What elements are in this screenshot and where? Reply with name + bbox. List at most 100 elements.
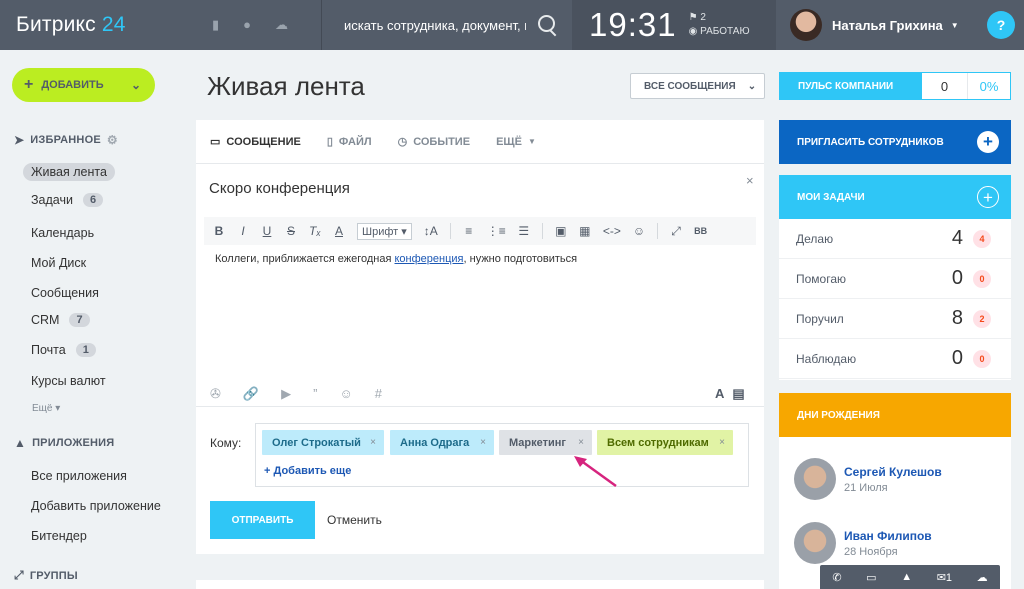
sidebar-item-all-apps[interactable]: Все приложения [31, 469, 127, 483]
help-button[interactable]: ? [987, 11, 1015, 39]
avatar[interactable] [794, 522, 836, 564]
tab-more[interactable]: ЕЩЁ ▼ [496, 136, 536, 148]
font-select[interactable]: Шрифт ▾ [357, 222, 412, 240]
avatar[interactable] [794, 458, 836, 500]
person-name[interactable]: Иван Филипов [844, 529, 932, 543]
fullscreen-icon[interactable]: ⤢ [670, 224, 682, 239]
task-row[interactable]: Наблюдаю 0 0 [779, 339, 1011, 379]
gear-icon[interactable]: ⚙ [107, 133, 118, 147]
recipients-field[interactable]: Олег Строкатый × Анна Одрага × Маркетинг × … [255, 423, 749, 487]
table-icon[interactable]: ▦ [579, 224, 591, 238]
text-color-icon[interactable]: A [333, 224, 345, 238]
underline-icon[interactable]: U [261, 224, 273, 238]
sidebar-item-bitender[interactable]: Битендер [31, 529, 87, 543]
remove-icon[interactable]: × [719, 437, 725, 448]
cloud-icon[interactable]: ☁ [275, 17, 288, 33]
clear-format-icon[interactable]: Tₓ [309, 224, 321, 238]
annotation-arrow [574, 456, 617, 488]
message-body[interactable]: Коллеги, приближается ежегодная конферен… [215, 253, 577, 265]
send-button[interactable]: ОТПРАВИТЬ [210, 501, 315, 539]
sidebar-item-messages[interactable]: Сообщения [31, 286, 99, 300]
bbcode-icon[interactable]: BB [694, 226, 707, 236]
favorites-header[interactable]: ➤ ИЗБРАННОЕ ⚙ [14, 133, 118, 147]
cancel-button[interactable]: Отменить [327, 513, 382, 527]
bell-icon[interactable]: ▲ [901, 571, 912, 583]
phone-icon[interactable]: ✆ [832, 571, 841, 584]
work-clock[interactable]: 19:31 ⚑ 2 ◉ РАБОТАЮ [572, 0, 776, 50]
counter-badge: 7 [69, 313, 90, 327]
tab-event[interactable]: ◷ СОБЫТИЕ [398, 135, 470, 149]
task-label: Помогаю [796, 271, 847, 286]
groups-header[interactable]: ⤢ ГРУППЫ [14, 568, 78, 583]
chat-icon[interactable]: ▭ [866, 571, 876, 584]
sidebar-item-crm[interactable]: CRM 7 [31, 313, 90, 327]
recipient-tag[interactable]: Олег Строкатый × [262, 430, 384, 455]
close-icon[interactable]: × [746, 173, 754, 188]
tasks-header[interactable]: МОИ ЗАДАЧИ + [779, 175, 1011, 219]
sidebar-more[interactable]: Ещё ▾ [32, 403, 60, 414]
apps-header[interactable]: ▲ ПРИЛОЖЕНИЯ [14, 436, 114, 450]
sidebar-item-label: Сообщения [31, 286, 99, 300]
sidebar-item-calendar[interactable]: Календарь [31, 226, 94, 240]
user-menu[interactable]: Наталья Грихина ▼ [776, 9, 976, 41]
task-row[interactable]: Помогаю 0 0 [779, 259, 1011, 299]
sidebar-item-mail[interactable]: Почта 1 [31, 343, 96, 357]
mail-icon[interactable]: ✉1 [937, 571, 952, 584]
add-button[interactable]: + ДОБАВИТЬ ⌄ [12, 68, 155, 102]
recipient-name: Маркетинг [509, 436, 566, 449]
person-name[interactable]: Сергей Кулешов [844, 465, 942, 479]
sidebar-item-disk[interactable]: Мой Диск [31, 256, 86, 270]
mention-icon[interactable]: ☺ [339, 386, 352, 402]
hashtag-icon[interactable]: # [375, 386, 382, 402]
task-value: 4 [951, 227, 963, 249]
body-link[interactable]: конференция [395, 253, 464, 265]
task-row[interactable]: Поручил 8 2 [779, 299, 1011, 339]
share-icon: ⤢ [14, 568, 24, 582]
quote-icon[interactable]: ” [313, 386, 317, 402]
strikethrough-icon[interactable]: S [285, 224, 297, 238]
recipient-name: Всем сотрудникам [607, 436, 709, 449]
remove-icon[interactable]: × [370, 437, 376, 448]
numbered-list-icon[interactable]: ≡ [463, 224, 475, 238]
bold-icon[interactable]: B [213, 224, 225, 238]
tab-file[interactable]: ▯ ФАЙЛ [327, 135, 372, 149]
subject-input[interactable]: Скоро конференция [209, 180, 350, 197]
remove-icon[interactable]: × [480, 437, 486, 448]
logo[interactable]: Битрикс 24 [0, 13, 200, 37]
code-icon[interactable]: <-> [603, 224, 621, 238]
search-icon[interactable] [538, 15, 558, 35]
sidebar-item-tasks[interactable]: Задачи 6 [31, 193, 104, 207]
messages-filter[interactable]: ВСЕ СООБЩЕНИЯ ⌄ [630, 73, 765, 99]
attach-file-icon[interactable]: ✇ [210, 386, 221, 402]
italic-icon[interactable]: I [237, 224, 249, 238]
cloud-icon[interactable]: ☁ [977, 571, 988, 584]
pulse-percent: 0% [967, 73, 1010, 99]
bullet-list-icon[interactable]: ⋮≡ [487, 224, 506, 238]
sidebar-item-label: CRM [31, 313, 60, 327]
invite-button[interactable]: ПРИГЛАСИТЬ СОТРУДНИКОВ + [779, 120, 1011, 164]
task-row[interactable]: Делаю 4 4 [779, 219, 1011, 259]
align-icon[interactable]: ☰ [518, 224, 530, 238]
add-recipient-link[interactable]: + Добавить еще [264, 465, 351, 477]
sidebar-item-add-app[interactable]: Добавить приложение [31, 499, 161, 513]
sidebar-item-label: Все приложения [31, 469, 127, 483]
post-form: ▭ СООБЩЕНИЕ ▯ ФАЙЛ ◷ СОБЫТИЕ ЕЩЁ ▼ Скоро кон… [196, 120, 764, 554]
bell-icon[interactable]: ● [243, 17, 251, 33]
sidebar-item-currency[interactable]: Курсы валют [31, 374, 106, 388]
sidebar-item-feed[interactable]: Живая лента [23, 163, 115, 181]
font-size-icon[interactable]: ↕A [424, 224, 438, 238]
search-box[interactable]: искать сотрудника, документ, пр [322, 0, 572, 50]
link-icon[interactable]: 🔗 [243, 386, 259, 402]
smile-icon[interactable]: ☺ [633, 224, 645, 238]
remove-icon[interactable]: × [578, 437, 584, 448]
search-input[interactable]: искать сотрудника, документ, пр [344, 18, 526, 33]
company-pulse[interactable]: ПУЛЬС КОМПАНИИ 0 0% [779, 72, 1011, 100]
chat-icon[interactable]: ▮ [212, 17, 219, 33]
add-task-icon[interactable]: + [977, 186, 999, 208]
text-format-icon[interactable]: A [715, 386, 724, 402]
title-toggle-icon[interactable]: ▤ [732, 386, 744, 402]
video-icon[interactable]: ▶ [281, 386, 291, 402]
image-icon[interactable]: ▣ [555, 224, 567, 238]
tab-message[interactable]: ▭ СООБЩЕНИЕ [210, 135, 301, 149]
recipient-tag[interactable]: Анна Одрага × [390, 430, 494, 455]
